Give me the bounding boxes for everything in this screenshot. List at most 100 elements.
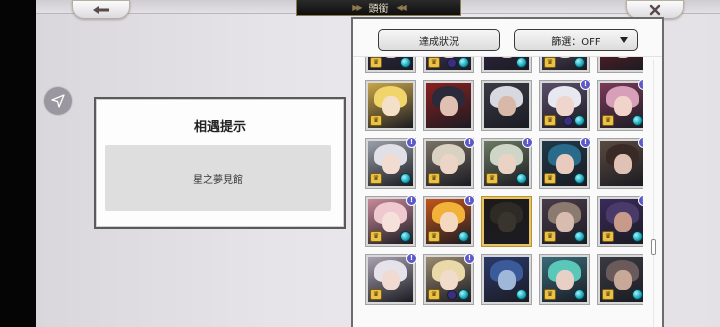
gem-icon xyxy=(574,289,585,300)
portrait-cell[interactable]: ♛! xyxy=(540,137,591,188)
crown-icon: ♛ xyxy=(486,173,498,184)
portrait-cell[interactable]: ♛ xyxy=(540,197,589,246)
encounter-hint-dialog: 相遇提示 星之夢見館 xyxy=(94,97,346,229)
crown-icon: ♛ xyxy=(428,57,440,68)
portrait-cell[interactable] xyxy=(424,81,473,130)
portrait-cell[interactable]: ♛! xyxy=(366,195,417,246)
gem-icon xyxy=(516,173,527,184)
crown-icon: ♛ xyxy=(370,57,382,68)
gem-icon xyxy=(574,173,585,184)
portrait-face xyxy=(613,95,632,117)
portrait-cell[interactable]: ♛! xyxy=(424,137,475,188)
gem-icon xyxy=(516,57,527,68)
portrait-cell[interactable]: ♛! xyxy=(366,253,417,304)
portrait-cell[interactable]: ♛ xyxy=(540,255,589,304)
new-badge-icon: ! xyxy=(638,79,643,90)
portrait-cell[interactable]: ♛ xyxy=(366,57,415,72)
portrait-face xyxy=(555,57,574,59)
panel-toolbar: 達成狀況 篩選：OFF xyxy=(353,19,662,57)
crown-icon: ♛ xyxy=(428,231,440,242)
new-badge-icon: ! xyxy=(580,79,591,90)
portrait-face xyxy=(497,57,516,59)
back-button[interactable] xyxy=(72,0,130,19)
portrait-face xyxy=(381,153,400,175)
portrait-cell[interactable]: ♛ xyxy=(540,57,589,72)
portrait-cell[interactable] xyxy=(482,81,531,130)
portrait-cell[interactable]: ♛ xyxy=(366,81,415,130)
portrait-cell[interactable]: ♛ xyxy=(424,57,473,72)
gem-icon xyxy=(632,231,643,242)
portrait-face xyxy=(381,211,400,233)
new-badge-icon: ! xyxy=(464,195,475,206)
crown-icon: ♛ xyxy=(602,115,614,126)
portrait-face xyxy=(497,269,516,291)
portrait-grid-viewport[interactable]: ♛♛♛♛♛!♛!♛!♛!♛!♛!!♛!♛!♛♛!♛!♛!♛♛ xyxy=(353,57,643,327)
crown-icon: ♛ xyxy=(370,115,382,126)
gem-icon xyxy=(458,289,469,300)
achievement-status-button[interactable]: 達成狀況 xyxy=(378,29,500,51)
filter-dropdown[interactable]: 篩選：OFF xyxy=(514,29,638,51)
portrait-cell[interactable]: ♛! xyxy=(598,195,643,246)
crown-icon: ♛ xyxy=(544,115,556,126)
left-edge-bar xyxy=(0,0,36,327)
portrait-art xyxy=(600,57,643,70)
new-badge-icon: ! xyxy=(522,137,533,148)
portrait-cell[interactable]: ♛! xyxy=(598,79,643,130)
title-plate: ▶▶ 頭銜 ◀◀ xyxy=(296,0,461,16)
crown-icon: ♛ xyxy=(370,289,382,300)
portrait-cell[interactable]: ♛! xyxy=(540,79,591,130)
new-badge-icon: ! xyxy=(638,195,643,206)
crown-icon: ♛ xyxy=(370,231,382,242)
portrait-cell[interactable] xyxy=(598,57,643,72)
portrait-face xyxy=(381,269,400,291)
gem-icon xyxy=(400,57,411,68)
portrait-cell[interactable] xyxy=(482,57,531,72)
portrait-face xyxy=(555,211,574,233)
crown-icon: ♛ xyxy=(602,231,614,242)
portrait-face xyxy=(439,211,458,233)
portrait-face xyxy=(497,95,516,117)
portrait-face xyxy=(381,95,400,117)
gem-icon xyxy=(400,173,411,184)
title-collection-panel: 達成狀況 篩選：OFF ♛♛♛♛♛!♛!♛!♛!♛!♛!!♛!♛!♛♛!♛!♛!… xyxy=(351,17,664,327)
portrait-cell[interactable]: ♛! xyxy=(366,137,417,188)
portrait-cell[interactable]: ! xyxy=(598,137,643,188)
portrait-cell[interactable] xyxy=(482,255,531,304)
portrait-cell[interactable]: ♛! xyxy=(424,253,475,304)
paper-plane-icon xyxy=(51,94,65,108)
gem-icon xyxy=(400,231,411,242)
portrait-face xyxy=(613,57,632,59)
scroll-track xyxy=(653,59,654,327)
new-badge-icon: ! xyxy=(580,137,591,148)
portrait-face xyxy=(613,153,632,175)
crown-icon: ♛ xyxy=(602,289,614,300)
gem-icon xyxy=(632,115,643,126)
dropdown-arrow-icon xyxy=(620,37,628,43)
title-decoration-right: ◀◀ xyxy=(396,3,407,12)
gem-icon xyxy=(458,231,469,242)
scrollbar-thumb[interactable] xyxy=(651,239,656,255)
gem-icon xyxy=(516,289,527,300)
portrait-face xyxy=(497,153,516,175)
portrait-face xyxy=(555,269,574,291)
page-title: 頭銜 xyxy=(368,4,389,15)
portrait-cell[interactable]: ♛! xyxy=(482,137,533,188)
portrait-face xyxy=(439,269,458,291)
element-badge-icon xyxy=(447,290,457,300)
portrait-art xyxy=(600,141,643,186)
portrait-cell[interactable]: ♛! xyxy=(424,195,475,246)
portrait-cell[interactable] xyxy=(482,197,531,246)
close-icon xyxy=(649,4,661,15)
portrait-face xyxy=(497,211,516,233)
portrait-cell[interactable]: ♛ xyxy=(598,255,643,304)
portrait-art xyxy=(484,199,529,244)
title-decoration-left: ▶▶ xyxy=(352,3,362,12)
send-nav-button[interactable] xyxy=(44,87,72,115)
portrait-grid: ♛♛♛♛♛!♛!♛!♛!♛!♛!!♛!♛!♛♛!♛!♛!♛♛ xyxy=(366,57,643,304)
element-badge-icon xyxy=(447,58,457,68)
element-badge-icon xyxy=(563,116,573,126)
crown-icon: ♛ xyxy=(370,173,382,184)
left-arrow-icon xyxy=(93,5,109,14)
portrait-face xyxy=(555,153,574,175)
hint-title: 相遇提示 xyxy=(193,120,246,135)
